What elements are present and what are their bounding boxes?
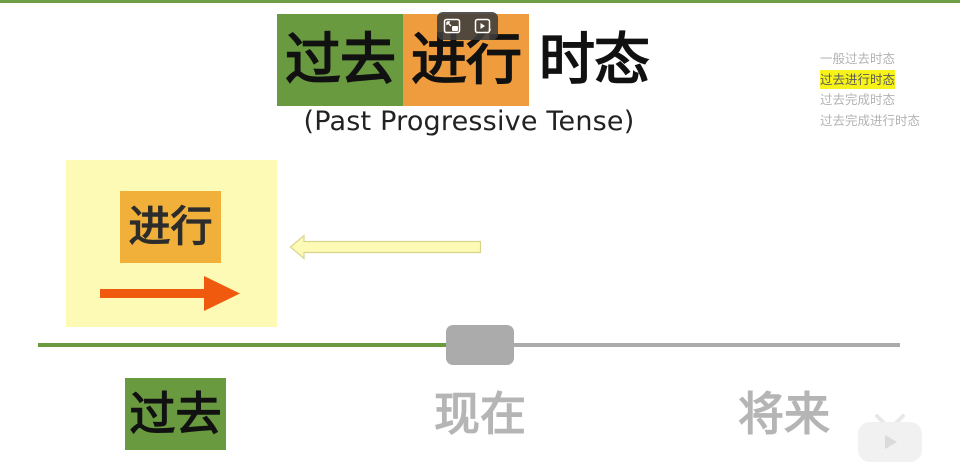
top-rule <box>0 0 960 3</box>
timeline-label-future: 将来 <box>738 387 830 441</box>
back-arrow-icon <box>289 234 482 260</box>
tense-menu-label: 过去完成进行时态 <box>820 113 921 128</box>
tense-menu-item[interactable]: 过去完成进行时态 <box>820 110 920 131</box>
video-assist-icon[interactable] <box>472 15 494 37</box>
page-subtitle: (Past Progressive Tense) <box>303 106 635 137</box>
title-tense: 时态 <box>539 27 650 93</box>
bilibili-tv-icon <box>858 414 922 462</box>
tense-menu-item[interactable]: 一般过去时态 <box>820 48 920 69</box>
tense-menu-label: 过去进行时态 <box>820 70 896 89</box>
tense-menu-item-active[interactable]: 过去进行时态 <box>820 69 920 89</box>
tense-menu-item[interactable]: 过去完成时态 <box>820 89 920 110</box>
player-overlay-toolbar <box>437 12 498 40</box>
tense-menu-label: 一般过去时态 <box>820 51 896 66</box>
timeline-label-past: 过去 <box>125 378 226 450</box>
forward-arrow-icon <box>100 276 240 311</box>
title-past: 过去 <box>277 14 403 106</box>
tense-menu-label: 过去完成时态 <box>820 92 896 107</box>
timeline-slider-handle[interactable] <box>446 325 514 365</box>
card-label: 进行 <box>120 191 221 263</box>
tense-menu: 一般过去时态 过去进行时态 过去完成时态 过去完成进行时态 <box>820 48 920 131</box>
pip-icon[interactable] <box>441 15 463 37</box>
timeline-label-now: 现在 <box>434 387 526 441</box>
